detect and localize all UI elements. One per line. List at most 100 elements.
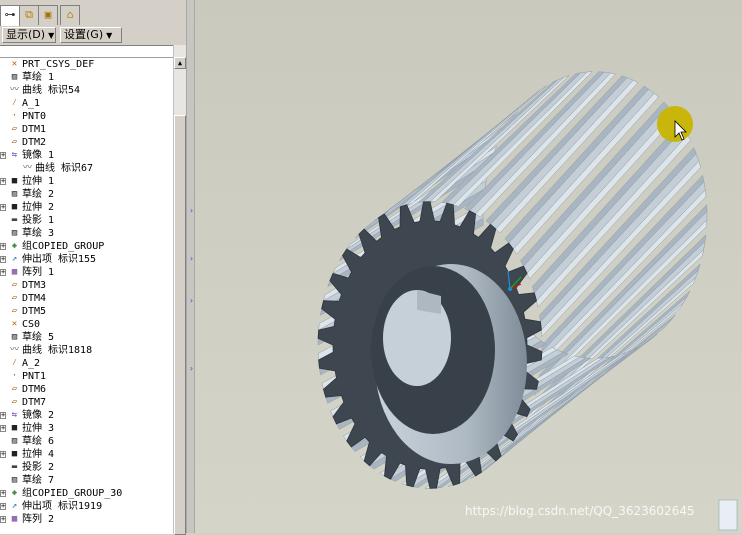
view-triad-icon xyxy=(718,499,738,531)
expand-icon[interactable]: + xyxy=(0,451,6,458)
scroll-thumb[interactable] xyxy=(174,115,186,535)
tree-item-label: CS0 xyxy=(22,319,41,330)
tree-item[interactable]: ✕ CS0 xyxy=(0,318,173,331)
expand-icon[interactable]: + xyxy=(0,412,6,419)
extrude-icon: ■ xyxy=(11,202,18,212)
tree-item[interactable]: · PNT0 xyxy=(0,110,173,123)
axis-icon: ⁄ xyxy=(11,358,18,368)
expand-icon[interactable]: + xyxy=(0,243,6,250)
tree-item[interactable]: + ↗ 伸出项 标识155 xyxy=(0,253,173,266)
tree-item[interactable]: ▬ 投影 1 xyxy=(0,214,173,227)
extrude-icon: ■ xyxy=(11,423,18,433)
sketch-icon: ▨ xyxy=(11,189,18,199)
tree-item[interactable]: ⁄ A_2 xyxy=(0,357,173,370)
tree-item[interactable]: ▱ DTM1 xyxy=(0,123,173,136)
graphics-window[interactable]: https://blog.csdn.net/QQ_3623602645 xyxy=(195,0,742,533)
tree-item[interactable]: ▱ DTM2 xyxy=(0,136,173,149)
tree-item[interactable]: ▨ 草绘 3 xyxy=(0,227,173,240)
tree-item[interactable]: + ⇆ 镜像 1 xyxy=(0,149,173,162)
tree-item-label: 草绘 6 xyxy=(22,436,55,447)
tree-item[interactable]: + ↗ 伸出项 标识1919 xyxy=(0,500,173,513)
expand-icon[interactable]: + xyxy=(0,503,6,510)
display-menu-button[interactable]: 显示(D) ▼ xyxy=(2,27,56,43)
expand-icon[interactable]: + xyxy=(0,256,6,263)
settings-menu-label: 设置(G) xyxy=(64,28,104,41)
tree-item[interactable]: · PNT1 xyxy=(0,370,173,383)
expand-icon[interactable]: + xyxy=(0,152,6,159)
model-tree-tab[interactable]: ⊶ xyxy=(0,5,20,26)
tree-item[interactable]: 〰曲线 标识1818 xyxy=(0,344,173,357)
tree-item-label: 拉伸 3 xyxy=(22,423,55,434)
csys-icon: ✕ xyxy=(11,319,18,329)
collapse-arrow-icon[interactable]: › xyxy=(189,253,194,265)
tree-item[interactable]: 〰曲线 标识54 xyxy=(0,84,173,97)
tree-item[interactable]: ⁄ A_1 xyxy=(0,97,173,110)
tree-item-label: DTM4 xyxy=(22,293,47,304)
collapse-arrow-icon[interactable]: › xyxy=(189,295,194,307)
tree-item[interactable]: ▱ DTM3 xyxy=(0,279,173,292)
layer-tab[interactable]: ⧉ xyxy=(19,5,39,25)
expand-icon[interactable]: + xyxy=(0,269,6,276)
tree-item[interactable]: ▨ 草绘 7 xyxy=(0,474,173,487)
tree-item[interactable]: + ■ 拉伸 1 xyxy=(0,175,173,188)
tree-item-label: 阵列 1 xyxy=(22,267,55,278)
tree-item[interactable]: 〰曲线 标识67 xyxy=(0,162,173,175)
expand-icon[interactable]: + xyxy=(0,178,6,185)
favorites-tab[interactable]: ⌂ xyxy=(60,5,80,25)
tree-item[interactable]: ▨ 草绘 1 xyxy=(0,71,173,84)
tree-item-label: 阵列 2 xyxy=(22,514,55,525)
tree-item[interactable]: ▱ DTM7 xyxy=(0,396,173,409)
tree-item[interactable]: + ■ 拉伸 2 xyxy=(0,201,173,214)
tree-item-label: 组COPIED_GROUP_30 xyxy=(22,488,123,499)
tree-item-label: 草绘 2 xyxy=(22,189,55,200)
datum-plane-icon: ▱ xyxy=(11,293,18,303)
tree-item[interactable]: + ◈ 组COPIED_GROUP xyxy=(0,240,173,253)
tree-item[interactable]: ▨ 草绘 5 xyxy=(0,331,173,344)
tree-item-label: 投影 1 xyxy=(22,215,55,226)
expand-icon[interactable]: + xyxy=(0,490,6,497)
tree-item-label: 拉伸 1 xyxy=(22,176,55,187)
sketch-icon: ▨ xyxy=(11,332,18,342)
tree-item[interactable]: ▬ 投影 2 xyxy=(0,461,173,474)
expand-icon[interactable]: + xyxy=(0,204,6,211)
pattern-icon: ▦ xyxy=(11,514,18,524)
tree-item-label: A_2 xyxy=(22,358,41,369)
tree-item-label: DTM3 xyxy=(22,280,47,291)
helical-gear-model[interactable] xyxy=(195,0,742,533)
tree-item[interactable]: ▱ DTM5 xyxy=(0,305,173,318)
navigator-tabs: ⊶ ⧉ ▣ ⌂ xyxy=(0,5,186,26)
tree-column-header xyxy=(0,46,173,58)
tree-item-label: DTM1 xyxy=(22,124,47,135)
datum-plane-icon: ▱ xyxy=(11,306,18,316)
tree-item[interactable]: ▱ DTM6 xyxy=(0,383,173,396)
tree-item[interactable]: ▱ DTM4 xyxy=(0,292,173,305)
tree-item[interactable]: + ▦ 阵列 2 xyxy=(0,513,173,526)
expand-icon[interactable]: + xyxy=(0,516,6,523)
tree-item[interactable]: + ■ 拉伸 4 xyxy=(0,448,173,461)
tree-item[interactable]: + ▦ 阵列 1 xyxy=(0,266,173,279)
tree-item[interactable]: ✕ PRT_CSYS_DEF xyxy=(0,58,173,71)
mirror-icon: ⇆ xyxy=(11,410,18,420)
collapse-arrow-icon[interactable]: › xyxy=(189,363,194,375)
panel-splitter[interactable]: › › › › xyxy=(186,0,195,533)
curve-icon: 〰 xyxy=(22,163,32,173)
curve-icon: 〰 xyxy=(9,85,19,95)
settings-menu-button[interactable]: 设置(G) ▼ xyxy=(60,27,122,43)
collapse-arrow-icon[interactable]: › xyxy=(189,205,194,217)
tree-vertical-scrollbar[interactable]: ▲ xyxy=(173,45,186,535)
tree-item-label: 投影 2 xyxy=(22,462,55,473)
tree-item[interactable]: ▨ 草绘 6 xyxy=(0,435,173,448)
expand-icon[interactable]: + xyxy=(0,425,6,432)
scroll-up-icon[interactable]: ▲ xyxy=(174,57,186,69)
folder-tab[interactable]: ▣ xyxy=(38,5,58,25)
model-tree[interactable]: ✕ PRT_CSYS_DEF ▨ 草绘 1 〰曲线 标识54 ⁄ A_1 · PNT0 ▱ DTM1… xyxy=(0,45,173,534)
tree-item[interactable]: + ⇆ 镜像 2 xyxy=(0,409,173,422)
tree-item[interactable]: + ◈ 组COPIED_GROUP_30 xyxy=(0,487,173,500)
tree-item-label: A_1 xyxy=(22,98,41,109)
tree-item-label: 草绘 5 xyxy=(22,332,55,343)
tree-item[interactable]: ▨ 草绘 2 xyxy=(0,188,173,201)
group-icon: ◈ xyxy=(11,241,18,251)
tree-item-label: 草绘 3 xyxy=(22,228,55,239)
datum-plane-icon: ▱ xyxy=(11,397,18,407)
tree-item[interactable]: + ■ 拉伸 3 xyxy=(0,422,173,435)
